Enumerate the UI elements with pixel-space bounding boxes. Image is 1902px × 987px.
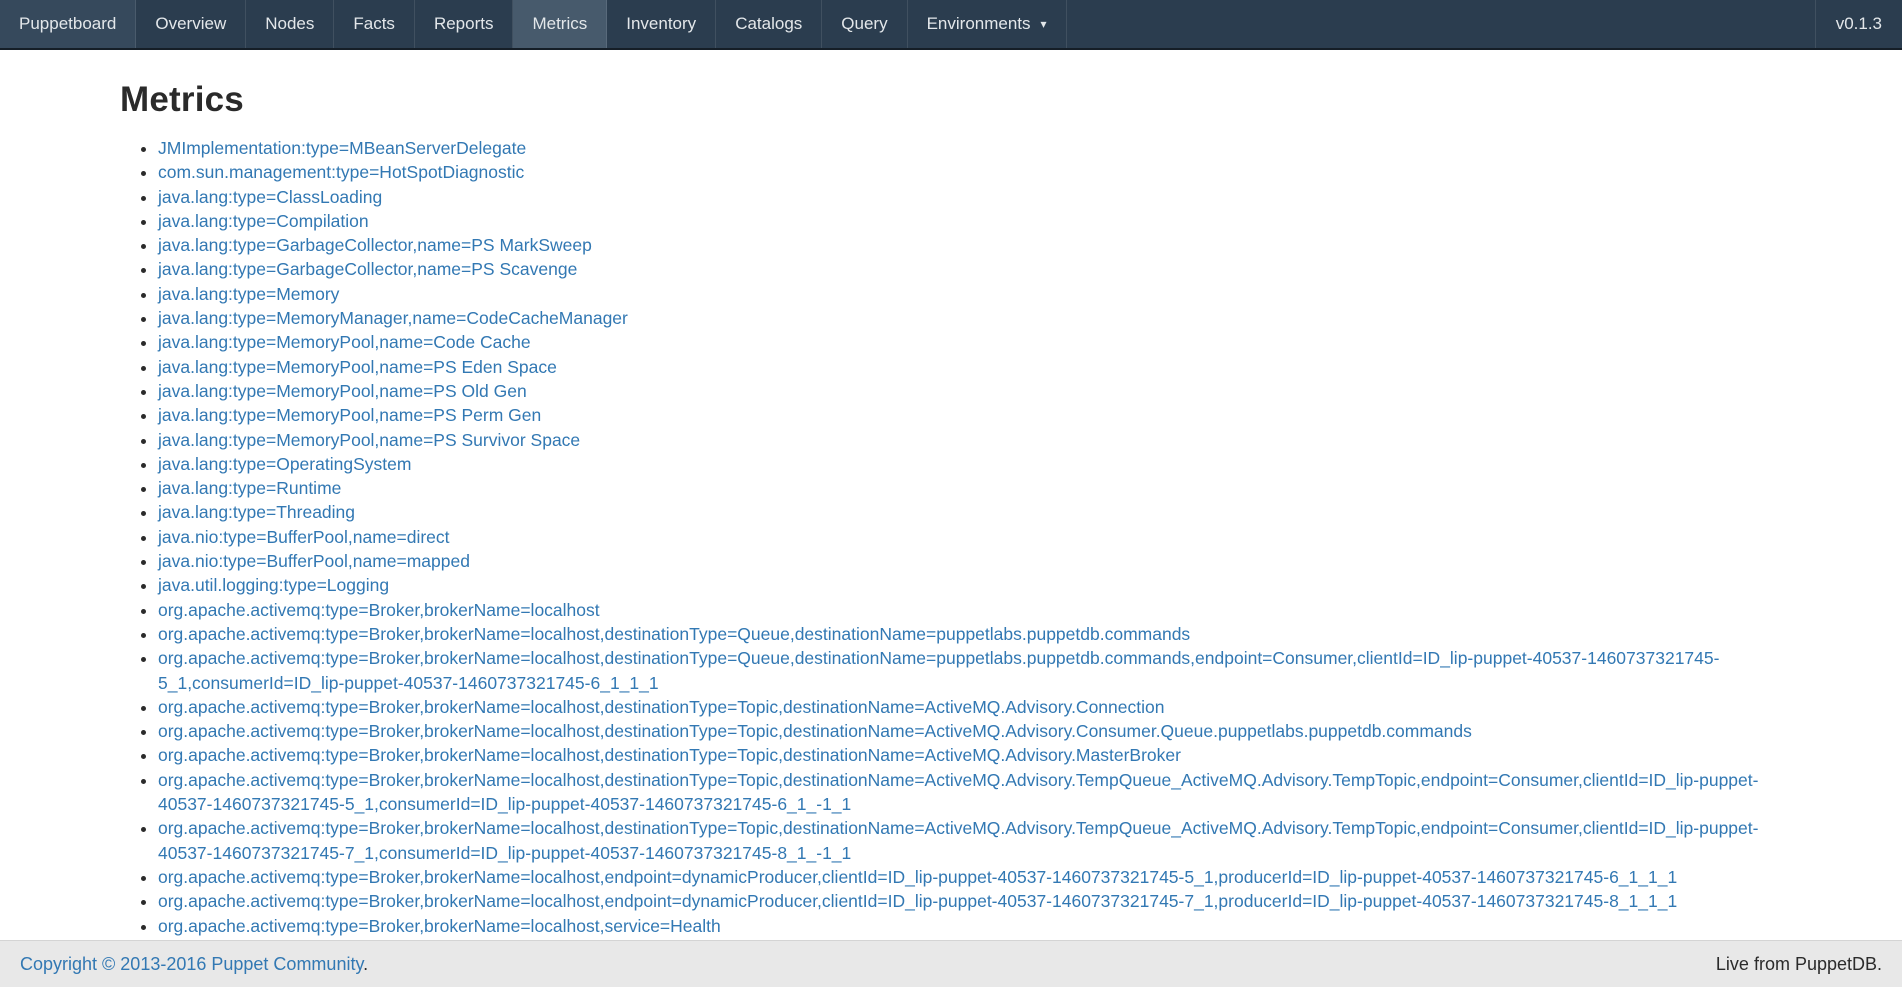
- list-item: org.apache.activemq:type=Broker,brokerNa…: [158, 889, 1782, 913]
- list-item: org.apache.activemq:type=Broker,brokerNa…: [158, 914, 1782, 938]
- copyright-period: .: [363, 954, 368, 974]
- metric-link[interactable]: java.lang:type=MemoryPool,name=Code Cach…: [158, 332, 531, 352]
- metric-link[interactable]: java.nio:type=BufferPool,name=mapped: [158, 551, 470, 571]
- metric-link[interactable]: java.lang:type=Compilation: [158, 211, 369, 231]
- metric-link[interactable]: java.nio:type=BufferPool,name=direct: [158, 527, 450, 547]
- list-item: java.lang:type=GarbageCollector,name=PS …: [158, 257, 1782, 281]
- metric-link[interactable]: java.lang:type=MemoryPool,name=PS Eden S…: [158, 357, 557, 377]
- list-item: com.sun.management:type=HotSpotDiagnosti…: [158, 160, 1782, 184]
- list-item: org.apache.activemq:type=Broker,brokerNa…: [158, 622, 1782, 646]
- list-item: java.lang:type=ClassLoading: [158, 185, 1782, 209]
- metric-link[interactable]: java.lang:type=GarbageCollector,name=PS …: [158, 259, 577, 279]
- metric-link[interactable]: org.apache.activemq:type=Broker,brokerNa…: [158, 770, 1758, 814]
- metric-link[interactable]: java.lang:type=Runtime: [158, 478, 341, 498]
- footer-copyright: Copyright © 2013-2016 Puppet Community.: [20, 954, 368, 975]
- version-label: v0.1.3: [1815, 0, 1902, 48]
- nav-item-reports[interactable]: Reports: [415, 0, 514, 48]
- metric-link[interactable]: java.lang:type=ClassLoading: [158, 187, 382, 207]
- metric-link[interactable]: org.apache.activemq:type=Broker,brokerNa…: [158, 891, 1677, 911]
- metrics-list: JMImplementation:type=MBeanServerDelegat…: [120, 136, 1782, 962]
- environments-dropdown-label: Environments: [927, 14, 1031, 34]
- list-item: JMImplementation:type=MBeanServerDelegat…: [158, 136, 1782, 160]
- nav-item-overview[interactable]: Overview: [136, 0, 246, 48]
- metric-link[interactable]: org.apache.activemq:type=Broker,brokerNa…: [158, 697, 1164, 717]
- navbar-spacer: [1067, 0, 1815, 48]
- nav-item-query[interactable]: Query: [822, 0, 907, 48]
- list-item: java.lang:type=MemoryPool,name=PS Perm G…: [158, 403, 1782, 427]
- metric-link[interactable]: org.apache.activemq:type=Broker,brokerNa…: [158, 600, 600, 620]
- metric-link[interactable]: java.lang:type=Threading: [158, 502, 355, 522]
- top-navbar: Puppetboard Overview Nodes Facts Reports…: [0, 0, 1902, 50]
- metric-link[interactable]: com.sun.management:type=HotSpotDiagnosti…: [158, 162, 524, 182]
- list-item: java.lang:type=MemoryPool,name=PS Eden S…: [158, 355, 1782, 379]
- list-item: java.lang:type=Compilation: [158, 209, 1782, 233]
- list-item: org.apache.activemq:type=Broker,brokerNa…: [158, 719, 1782, 743]
- list-item: java.nio:type=BufferPool,name=mapped: [158, 549, 1782, 573]
- list-item: org.apache.activemq:type=Broker,brokerNa…: [158, 816, 1782, 865]
- metric-link[interactable]: org.apache.activemq:type=Broker,brokerNa…: [158, 867, 1677, 887]
- metric-link[interactable]: java.lang:type=MemoryPool,name=PS Perm G…: [158, 405, 541, 425]
- copyright-link[interactable]: Copyright © 2013-2016 Puppet Community: [20, 954, 363, 974]
- list-item: org.apache.activemq:type=Broker,brokerNa…: [158, 598, 1782, 622]
- metric-link[interactable]: java.lang:type=MemoryPool,name=PS Surviv…: [158, 430, 580, 450]
- list-item: java.lang:type=GarbageCollector,name=PS …: [158, 233, 1782, 257]
- list-item: org.apache.activemq:type=Broker,brokerNa…: [158, 768, 1782, 817]
- list-item: java.util.logging:type=Logging: [158, 573, 1782, 597]
- nav-item-nodes[interactable]: Nodes: [246, 0, 334, 48]
- metric-link[interactable]: org.apache.activemq:type=Broker,brokerNa…: [158, 721, 1472, 741]
- nav-item-facts[interactable]: Facts: [334, 0, 415, 48]
- list-item: java.lang:type=Threading: [158, 500, 1782, 524]
- list-item: java.lang:type=OperatingSystem: [158, 452, 1782, 476]
- metric-link[interactable]: org.apache.activemq:type=Broker,brokerNa…: [158, 818, 1758, 862]
- metric-link[interactable]: JMImplementation:type=MBeanServerDelegat…: [158, 138, 526, 158]
- metric-link[interactable]: org.apache.activemq:type=Broker,brokerNa…: [158, 916, 721, 936]
- nav-item-metrics[interactable]: Metrics: [513, 0, 607, 48]
- list-item: org.apache.activemq:type=Broker,brokerNa…: [158, 695, 1782, 719]
- metric-link[interactable]: java.lang:type=MemoryManager,name=CodeCa…: [158, 308, 628, 328]
- list-item: java.lang:type=MemoryPool,name=PS Old Ge…: [158, 379, 1782, 403]
- nav-item-inventory[interactable]: Inventory: [607, 0, 716, 48]
- list-item: org.apache.activemq:type=Broker,brokerNa…: [158, 646, 1782, 695]
- chevron-down-icon: ▾: [1041, 17, 1047, 31]
- nav-item-catalogs[interactable]: Catalogs: [716, 0, 822, 48]
- environments-dropdown[interactable]: Environments ▾: [908, 0, 1067, 48]
- main-content: Metrics JMImplementation:type=MBeanServe…: [120, 50, 1782, 962]
- list-item: java.lang:type=MemoryManager,name=CodeCa…: [158, 306, 1782, 330]
- metric-link[interactable]: java.lang:type=GarbageCollector,name=PS …: [158, 235, 592, 255]
- list-item: java.lang:type=Memory: [158, 282, 1782, 306]
- metric-link[interactable]: java.lang:type=Memory: [158, 284, 339, 304]
- list-item: java.nio:type=BufferPool,name=direct: [158, 525, 1782, 549]
- navbar-brand[interactable]: Puppetboard: [0, 0, 136, 48]
- list-item: java.lang:type=Runtime: [158, 476, 1782, 500]
- list-item: java.lang:type=MemoryPool,name=Code Cach…: [158, 330, 1782, 354]
- list-item: org.apache.activemq:type=Broker,brokerNa…: [158, 865, 1782, 889]
- metric-link[interactable]: org.apache.activemq:type=Broker,brokerNa…: [158, 624, 1190, 644]
- footer-live-status: Live from PuppetDB.: [1716, 954, 1882, 975]
- metric-link[interactable]: java.util.logging:type=Logging: [158, 575, 389, 595]
- footer: Copyright © 2013-2016 Puppet Community. …: [0, 940, 1902, 987]
- metric-link[interactable]: org.apache.activemq:type=Broker,brokerNa…: [158, 745, 1181, 765]
- metric-link[interactable]: java.lang:type=OperatingSystem: [158, 454, 411, 474]
- list-item: java.lang:type=MemoryPool,name=PS Surviv…: [158, 428, 1782, 452]
- list-item: org.apache.activemq:type=Broker,brokerNa…: [158, 743, 1782, 767]
- metric-link[interactable]: org.apache.activemq:type=Broker,brokerNa…: [158, 648, 1719, 692]
- metric-link[interactable]: java.lang:type=MemoryPool,name=PS Old Ge…: [158, 381, 527, 401]
- page-title: Metrics: [120, 80, 1782, 120]
